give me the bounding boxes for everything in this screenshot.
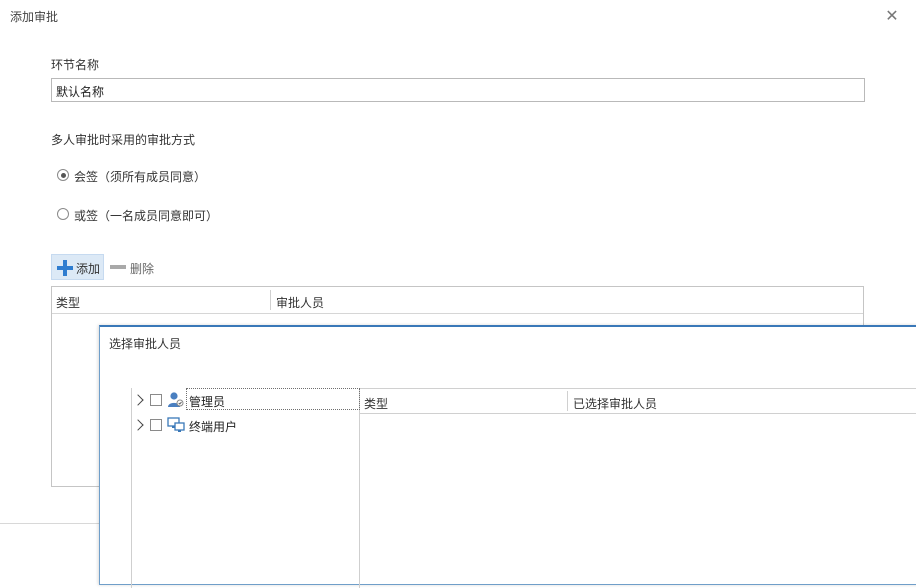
countersign-label[interactable]: 会签（须所有成员同意） [74,168,206,185]
column-divider [567,391,568,411]
tree-item-checkbox-terminal[interactable] [150,419,162,431]
approval-method-label: 多人审批时采用的审批方式 [51,133,196,147]
tree-item-label-admin[interactable]: 管理员 [189,393,225,410]
or-sign-label[interactable]: 或签（一名成员同意即可） [74,207,218,224]
close-icon[interactable]: ✕ [884,8,900,24]
approvers-table-header: 类型 审批人员 [52,287,863,314]
countersign-radio[interactable] [57,169,69,181]
plus-icon [57,260,73,276]
selected-approvers-header: 类型 已选择审批人员 [360,388,916,414]
column-divider [270,290,271,310]
add-button[interactable]: 添加 [51,254,104,280]
column-header-type[interactable]: 类型 [364,395,388,412]
column-header-selected-approvers[interactable]: 已选择审批人员 [573,395,657,412]
footer-divider [0,523,100,524]
stage-name-label: 环节名称 [51,58,100,72]
tree-item-checkbox-admin[interactable] [150,394,162,406]
stage-name-value: 默认名称 [56,85,105,99]
column-header-approvers[interactable]: 审批人员 [276,294,324,311]
column-header-type[interactable]: 类型 [56,294,80,311]
delete-button[interactable]: 删除 [108,254,164,280]
picker-title: 选择审批人员 [109,337,182,351]
delete-button-label: 删除 [130,262,155,276]
terminal-user-icon [167,417,185,432]
tree-item-label-terminal[interactable]: 终端用户 [189,418,237,435]
add-button-label: 添加 [76,262,101,276]
admin-user-icon [168,392,184,407]
minus-icon [110,265,126,269]
approver-tree [131,388,360,588]
stage-name-input[interactable]: 默认名称 [51,78,865,102]
dialog-title: 添加审批 [10,10,59,24]
or-sign-radio[interactable] [57,208,69,220]
